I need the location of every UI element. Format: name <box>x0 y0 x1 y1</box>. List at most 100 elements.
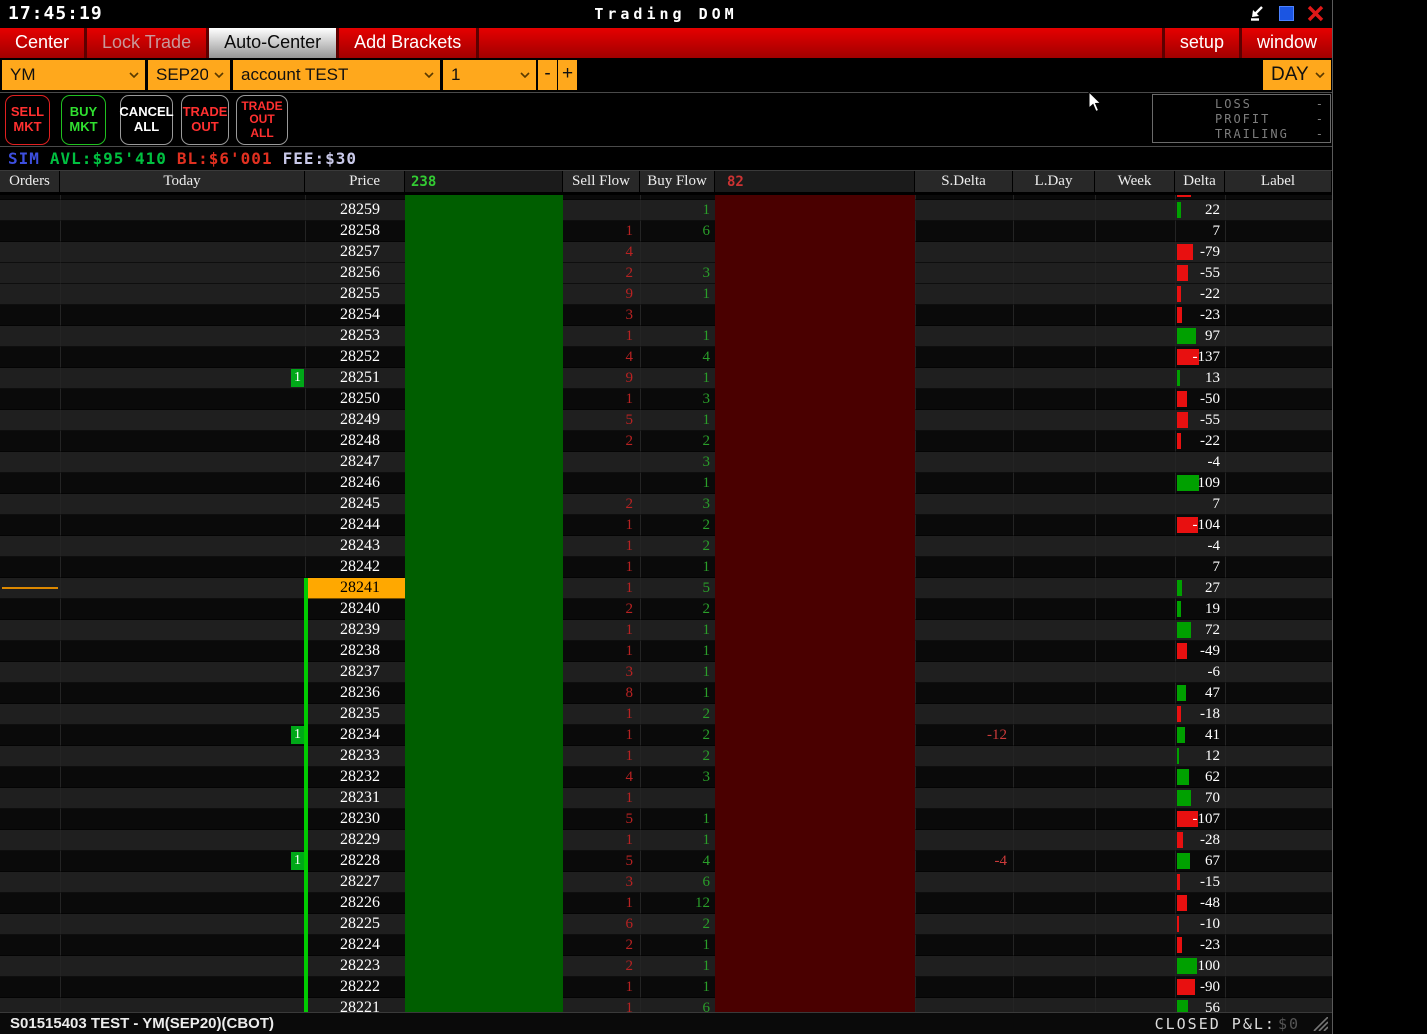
ask-depth-cell[interactable] <box>715 515 915 536</box>
orders-cell[interactable] <box>0 809 60 830</box>
ask-depth-cell[interactable] <box>715 704 915 725</box>
close-icon[interactable] <box>1306 4 1324 22</box>
orders-cell[interactable] <box>0 578 60 599</box>
today-cell[interactable] <box>60 284 305 305</box>
today-cell[interactable] <box>60 536 305 557</box>
price-cell[interactable]: 28252 <box>305 347 405 368</box>
orders-cell[interactable] <box>0 704 60 725</box>
price-cell[interactable]: 28251 <box>305 368 405 389</box>
bid-depth-cell[interactable] <box>405 326 563 347</box>
header-week[interactable]: Week <box>1095 171 1175 192</box>
today-cell[interactable] <box>60 935 305 956</box>
today-cell[interactable] <box>60 683 305 704</box>
orders-cell[interactable] <box>0 557 60 578</box>
ask-depth-cell[interactable] <box>715 935 915 956</box>
bid-depth-cell[interactable] <box>405 410 563 431</box>
ask-depth-cell[interactable] <box>715 956 915 977</box>
today-cell[interactable] <box>60 620 305 641</box>
ask-depth-cell[interactable] <box>715 851 915 872</box>
bid-depth-cell[interactable] <box>405 746 563 767</box>
header-buy-flow[interactable]: Buy Flow <box>640 171 715 192</box>
price-cell[interactable]: 28222 <box>305 977 405 998</box>
orders-cell[interactable] <box>0 872 60 893</box>
bid-depth-cell[interactable] <box>405 935 563 956</box>
price-cell[interactable]: 28247 <box>305 452 405 473</box>
orders-cell[interactable] <box>0 914 60 935</box>
ask-depth-cell[interactable] <box>715 620 915 641</box>
today-cell[interactable] <box>60 641 305 662</box>
ask-depth-cell[interactable] <box>715 977 915 998</box>
orders-cell[interactable] <box>0 620 60 641</box>
orders-cell[interactable] <box>0 746 60 767</box>
orders-cell[interactable] <box>0 683 60 704</box>
header-delta[interactable]: Delta <box>1175 171 1225 192</box>
price-cell[interactable]: 28241 <box>305 578 405 599</box>
ask-depth-cell[interactable] <box>715 725 915 746</box>
ask-depth-cell[interactable] <box>715 389 915 410</box>
bid-depth-cell[interactable] <box>405 809 563 830</box>
orders-cell[interactable] <box>0 305 60 326</box>
bid-depth-cell[interactable] <box>405 536 563 557</box>
ask-depth-cell[interactable] <box>715 410 915 431</box>
today-cell[interactable] <box>60 473 305 494</box>
bid-depth-cell[interactable] <box>405 830 563 851</box>
bid-depth-cell[interactable] <box>405 641 563 662</box>
orders-cell[interactable] <box>0 641 60 662</box>
orders-cell[interactable] <box>0 431 60 452</box>
ask-depth-cell[interactable] <box>715 557 915 578</box>
today-cell[interactable] <box>60 809 305 830</box>
bid-depth-cell[interactable] <box>405 977 563 998</box>
orders-cell[interactable] <box>0 956 60 977</box>
ask-depth-cell[interactable] <box>715 473 915 494</box>
today-cell[interactable] <box>60 704 305 725</box>
ask-depth-cell[interactable] <box>715 809 915 830</box>
price-cell[interactable]: 28248 <box>305 431 405 452</box>
bid-depth-cell[interactable] <box>405 284 563 305</box>
ask-depth-cell[interactable] <box>715 368 915 389</box>
header-sdelta[interactable]: S.Delta <box>915 171 1013 192</box>
price-cell[interactable]: 28246 <box>305 473 405 494</box>
orders-cell[interactable] <box>0 326 60 347</box>
today-cell[interactable] <box>60 956 305 977</box>
ask-depth-cell[interactable] <box>715 326 915 347</box>
duration-select[interactable]: DAY <box>1263 60 1331 90</box>
orders-cell[interactable] <box>0 284 60 305</box>
ask-depth-cell[interactable] <box>715 494 915 515</box>
bid-depth-cell[interactable] <box>405 557 563 578</box>
bid-depth-cell[interactable] <box>405 704 563 725</box>
header-price[interactable]: Price <box>305 171 405 192</box>
price-cell[interactable]: 28257 <box>305 242 405 263</box>
ask-depth-cell[interactable] <box>715 452 915 473</box>
orders-cell[interactable] <box>0 935 60 956</box>
bid-depth-cell[interactable] <box>405 431 563 452</box>
price-cell[interactable]: 28227 <box>305 872 405 893</box>
orders-cell[interactable] <box>0 767 60 788</box>
bid-depth-cell[interactable] <box>405 767 563 788</box>
account-select[interactable]: account TEST <box>233 60 440 90</box>
bid-depth-cell[interactable] <box>405 347 563 368</box>
orders-cell[interactable] <box>0 998 60 1012</box>
bid-depth-cell[interactable] <box>405 683 563 704</box>
today-cell[interactable] <box>60 578 305 599</box>
orders-cell[interactable] <box>0 242 60 263</box>
ask-depth-cell[interactable] <box>715 578 915 599</box>
price-cell[interactable]: 28254 <box>305 305 405 326</box>
today-cell[interactable] <box>60 326 305 347</box>
orders-cell[interactable] <box>0 725 60 746</box>
today-cell[interactable] <box>60 452 305 473</box>
menu-add-brackets[interactable]: Add Brackets <box>339 28 479 58</box>
ask-depth-cell[interactable] <box>715 431 915 452</box>
orders-cell[interactable] <box>0 221 60 242</box>
price-cell[interactable]: 28242 <box>305 557 405 578</box>
orders-cell[interactable] <box>0 368 60 389</box>
price-cell[interactable]: 28225 <box>305 914 405 935</box>
quantity-decrement-button[interactable]: - <box>538 60 557 90</box>
menu-lock-trade[interactable]: Lock Trade <box>87 28 209 58</box>
bid-depth-cell[interactable] <box>405 578 563 599</box>
price-cell[interactable]: 28256 <box>305 263 405 284</box>
bid-depth-cell[interactable] <box>405 788 563 809</box>
maximize-icon[interactable] <box>1277 4 1295 22</box>
orders-cell[interactable] <box>0 788 60 809</box>
bid-depth-cell[interactable] <box>405 620 563 641</box>
price-cell[interactable]: 28258 <box>305 221 405 242</box>
